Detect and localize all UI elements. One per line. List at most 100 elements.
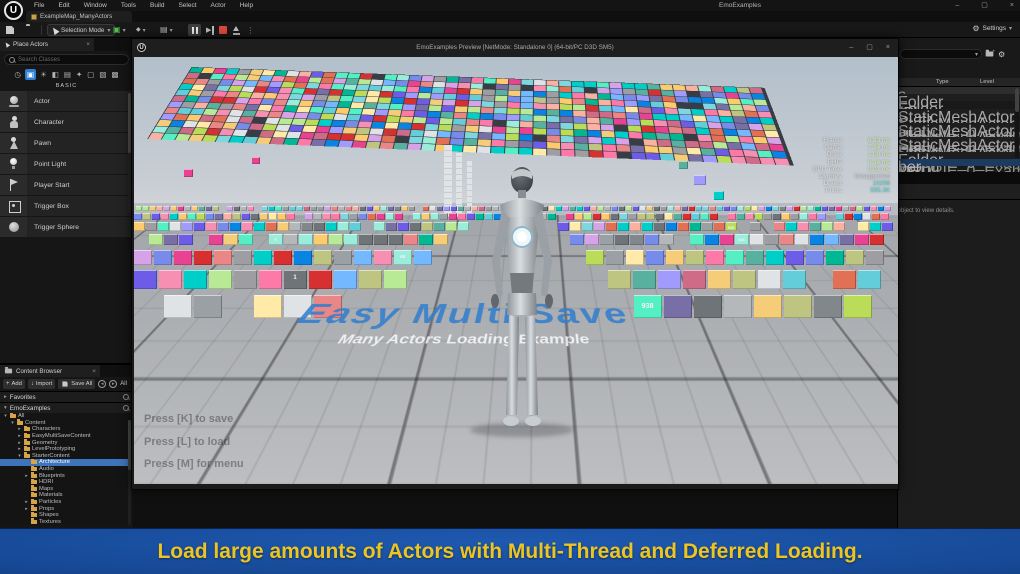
category-all-classes-icon[interactable]: ▩ (110, 69, 119, 80)
menu-actor[interactable]: Actor (204, 0, 233, 11)
category-cinematic-icon[interactable]: ▤ (63, 69, 72, 80)
tree-item-props[interactable]: ▸Props (0, 505, 133, 512)
tree-arrow-icon[interactable]: ▾ (10, 420, 15, 426)
cinematics-dropdown[interactable]: ▤ ▾ (160, 25, 173, 35)
close-icon[interactable]: × (92, 368, 96, 375)
menu-build[interactable]: Build (143, 0, 171, 11)
breadcrumb[interactable]: All (120, 381, 127, 387)
add-button[interactable]: + Add (3, 379, 25, 389)
category-geometry-icon[interactable]: ▢ (86, 69, 95, 80)
menu-window[interactable]: Window (77, 0, 114, 11)
outliner-row[interactable]: StaticMeshActorUEDPIE_0_Exam (898, 116, 1020, 123)
gear-icon[interactable]: ⚙ (998, 50, 1005, 59)
tree-arrow-icon[interactable]: ▸ (24, 506, 29, 512)
place-actor-trigger-box[interactable]: Trigger Box (0, 196, 133, 216)
favorites-section[interactable]: ▸ Favorites (0, 391, 133, 402)
category-volumes-icon[interactable]: ▧ (98, 69, 107, 80)
outliner-row[interactable]: StaticMeshActorUEDPIE_0_Exam (898, 123, 1020, 130)
place-actor-character[interactable]: Character (0, 112, 133, 132)
tree-item-audio[interactable]: Audio (0, 466, 133, 473)
pause-button[interactable] (188, 24, 201, 36)
search-classes-input[interactable]: Search Classes (4, 54, 129, 65)
menu-help[interactable]: Help (233, 0, 260, 11)
category-basic-icon[interactable]: ▣ (25, 69, 36, 80)
tree-item-materials[interactable]: Materials (0, 492, 133, 499)
tree-arrow-icon[interactable]: ▸ (24, 473, 29, 479)
maximize-icon[interactable]: ▢ (981, 0, 988, 11)
tree-arrow-icon[interactable]: ▾ (17, 453, 22, 459)
eject-button[interactable] (232, 26, 241, 35)
place-actor-player-start[interactable]: Player Start (0, 175, 133, 195)
category-recently-placed-icon[interactable]: ◷ (13, 69, 22, 80)
settings-dropdown[interactable]: ⚙ Settings ▾ (972, 24, 1012, 33)
tree-item-characters[interactable]: ▸Characters (0, 426, 133, 433)
tree-item-hdri[interactable]: HDRI (0, 479, 133, 486)
tree-item-particles[interactable]: ▸Particles (0, 499, 133, 506)
import-button[interactable]: ↓ Import (28, 379, 55, 389)
place-actor-trigger-sphere[interactable]: Trigger Sphere (0, 217, 133, 237)
save-icon[interactable] (6, 26, 14, 34)
column-type[interactable]: Type (936, 78, 949, 87)
search-icon[interactable] (123, 394, 129, 400)
tree-item-architecture[interactable]: Architecture (0, 459, 133, 466)
tree-item-levelprototyping[interactable]: ▸LevelPrototyping (0, 446, 133, 453)
tree-item-shapes[interactable]: Shapes (0, 512, 133, 519)
tree-item-maps[interactable]: Maps (0, 486, 133, 493)
tree-arrow-icon[interactable]: ▸ (17, 426, 22, 432)
tree-arrow-icon[interactable]: ▸ (17, 440, 22, 446)
quick-add-dropdown[interactable]: ▣ ▾ (113, 25, 126, 35)
minimize-icon[interactable]: – (955, 0, 959, 11)
outliner-row[interactable]: StaticMeshActorUEDPIE_0_Exam (898, 109, 1020, 116)
close-icon[interactable]: × (886, 39, 890, 57)
outliner-row[interactable]: StaticMeshActorUEDPIE_0_Exam (898, 145, 1020, 152)
preview-titlebar[interactable]: U EmoExamples Preview [NetMode: Standalo… (132, 39, 898, 57)
outliner-row[interactable]: StaticMeshActorUEDPIE_0_Exam (898, 137, 1020, 144)
column-level[interactable]: Level (980, 78, 994, 87)
outliner-row[interactable]: StaticMeshActorUEDPIE_0_Exam (898, 130, 1020, 137)
outliner-row[interactable]: Folder (898, 94, 1020, 101)
save-all-button[interactable]: Save All (58, 379, 95, 389)
close-icon[interactable]: × (1010, 0, 1014, 11)
place-actors-tab[interactable]: Place Actors × (0, 38, 94, 51)
editor-mode-dropdown[interactable]: Selection Mode ▾ (47, 24, 115, 36)
frame-skip-button[interactable]: ▶ (206, 26, 214, 35)
place-actor-pawn[interactable]: Pawn (0, 133, 133, 153)
game-viewport[interactable]: 9359336481938 Easy Multi Save Many Actor… (134, 57, 898, 484)
tree-item-geometry[interactable]: ▸Geometry (0, 439, 133, 446)
outliner-row[interactable]: Folder (898, 152, 1020, 159)
tree-item-blueprints[interactable]: ▸Blueprints (0, 472, 133, 479)
category-shapes-icon[interactable]: ◧ (51, 69, 60, 80)
category-lights-icon[interactable]: ☀ (39, 69, 48, 80)
menu-tools[interactable]: Tools (114, 0, 143, 11)
minimize-icon[interactable]: – (849, 39, 853, 57)
content-browser-tab[interactable]: Content Browser × (0, 365, 100, 377)
maximize-icon[interactable]: ▢ (866, 39, 873, 57)
outliner-row[interactable]: berBP_Cube_ExampUEDPIE_0_Exam (898, 159, 1020, 166)
stop-button[interactable] (219, 26, 227, 34)
tree-arrow-icon[interactable]: ▸ (17, 446, 22, 452)
tree-item-textures[interactable]: Textures (0, 519, 133, 526)
blueprints-dropdown[interactable]: ◆ ▾ (136, 25, 146, 35)
menu-select[interactable]: Select (171, 0, 203, 11)
tree-item-easymultisavecontent[interactable]: ▸EasyMultiSaveContent (0, 433, 133, 440)
outliner-row[interactable]: Folder (898, 101, 1020, 108)
tree-item-content[interactable]: ▾Content (0, 420, 133, 427)
outliner-search-input[interactable]: ▾ (900, 49, 982, 59)
close-icon[interactable]: × (86, 41, 90, 48)
tree-arrow-icon[interactable]: ▾ (3, 413, 8, 419)
more-options-icon[interactable]: ⋮ (246, 26, 254, 35)
place-actor-actor[interactable]: Actor (0, 91, 133, 111)
create-folder-icon[interactable] (986, 51, 994, 56)
navigate-back-icon[interactable]: ◂ (98, 380, 106, 388)
search-icon[interactable] (123, 405, 129, 411)
place-actor-point-light[interactable]: Point Light (0, 154, 133, 174)
level-tab[interactable]: ExampleMap_ManyActors (26, 11, 132, 22)
menu-file[interactable]: File (27, 0, 51, 11)
menu-edit[interactable]: Edit (51, 0, 76, 11)
tree-arrow-icon[interactable]: ▸ (24, 499, 29, 505)
project-section[interactable]: ▾ EmoExamples (0, 402, 133, 413)
navigate-forward-icon[interactable]: ▸ (109, 380, 117, 388)
outliner-row[interactable]: s (Play In EdiWorld (898, 87, 1020, 94)
outliner-scrollbar[interactable] (1015, 88, 1019, 158)
tree-arrow-icon[interactable]: ▸ (17, 433, 22, 439)
